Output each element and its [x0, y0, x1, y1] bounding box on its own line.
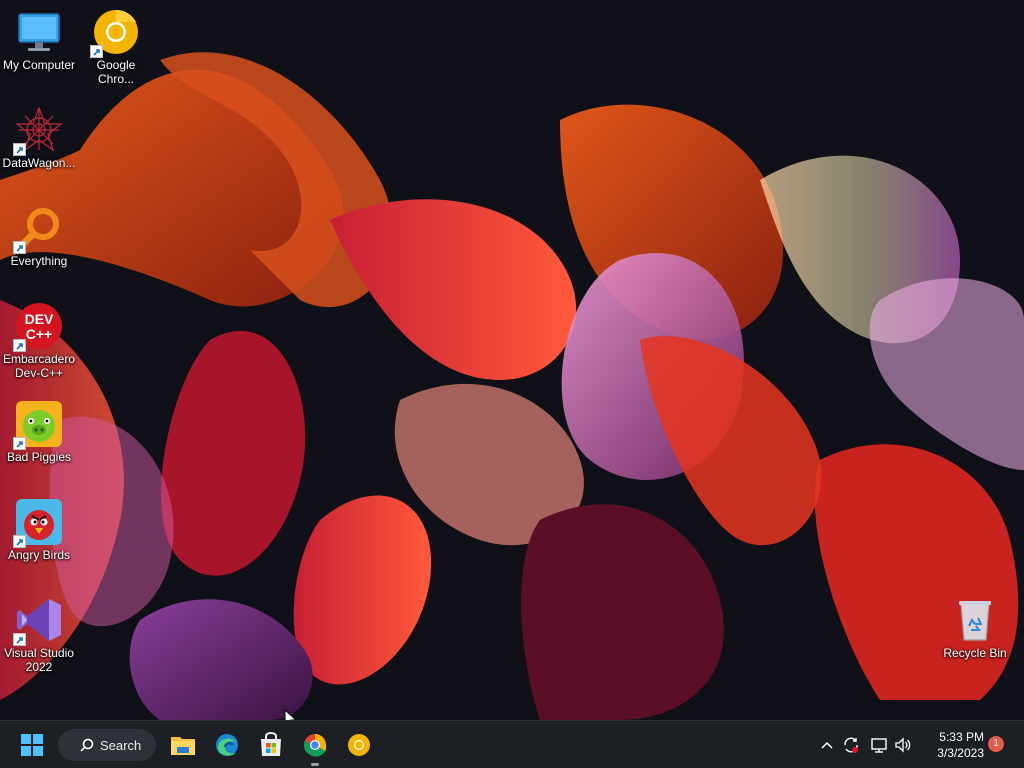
desktop-icon-bad-piggies[interactable]: Bad Piggies — [1, 394, 77, 484]
desktop-icon-label: Visual Studio 2022 — [4, 646, 74, 674]
shortcut-arrow-icon — [13, 339, 26, 352]
clock-time: 5:33 PM — [939, 730, 984, 744]
taskbar-edge[interactable] — [209, 727, 245, 763]
desktop-icon-label: Everything — [10, 254, 68, 268]
desktop-icon-label: DataWagon... — [2, 156, 76, 170]
chevron-up-icon — [821, 741, 833, 749]
file-explorer-icon — [171, 737, 195, 755]
desktop-icon-label: Bad Piggies — [6, 450, 72, 464]
taskbar-file-explorer[interactable] — [165, 727, 201, 763]
network-icon — [871, 738, 887, 753]
desktop-wallpaper — [0, 0, 1024, 720]
search-label: Search — [100, 738, 142, 753]
desktop-icon-everything[interactable]: Everything — [1, 198, 77, 288]
bad-piggies-icon — [13, 400, 63, 450]
desktop-icon-label: Recycle Bin — [943, 646, 1007, 660]
recycle-bin-icon — [951, 596, 999, 644]
show-hidden-icons-chevron[interactable] — [817, 735, 837, 755]
taskbar: Search 5:33 PM 3/3/2023 — [0, 720, 1024, 768]
taskbar-clock[interactable]: 5:33 PM 3/3/2023 — [922, 729, 984, 761]
desktop-icon-datawagon[interactable]: DataWagon... — [1, 100, 77, 190]
shortcut-arrow-icon — [13, 437, 26, 450]
desktop-icon-visual-studio-2022[interactable]: Visual Studio 2022 — [1, 590, 77, 680]
start-icon — [21, 734, 43, 756]
shortcut-arrow-icon — [13, 241, 26, 254]
everything-search-icon — [13, 204, 63, 254]
desktop-icon-my-computer[interactable]: My Computer — [1, 2, 77, 92]
desktop-icon-angry-birds[interactable]: Angry Birds — [1, 492, 77, 582]
devcpp-icon: DEV C++ — [13, 302, 63, 352]
desktop-icon-dev-cpp[interactable]: DEV C++ Embarcadero Dev-C++ — [1, 296, 77, 386]
notification-badge[interactable]: 1 — [988, 736, 1004, 752]
chrome-canary-icon — [90, 8, 140, 58]
svg-text:C++: C++ — [26, 326, 52, 342]
tray-network[interactable] — [869, 735, 889, 755]
desktop-icon-google-chrome-canary[interactable]: Google Chro... — [78, 2, 154, 92]
svg-text:DEV: DEV — [25, 311, 54, 327]
visual-studio-icon — [13, 596, 63, 646]
speaker-icon — [895, 737, 911, 753]
shortcut-arrow-icon — [13, 535, 26, 548]
desktop-icon-label: Angry Birds — [7, 548, 71, 562]
search-icon — [80, 738, 94, 752]
angry-birds-icon — [13, 498, 63, 548]
shortcut-arrow-icon — [13, 143, 26, 156]
tray-sync[interactable] — [841, 735, 861, 755]
taskbar-chrome[interactable] — [297, 727, 333, 766]
start-button[interactable] — [14, 727, 50, 763]
datawagon-icon — [13, 106, 63, 156]
monitor-icon — [15, 8, 63, 56]
taskbar-chrome-canary[interactable] — [341, 727, 377, 763]
chrome-canary-icon — [348, 734, 370, 756]
desktop-icon-recycle-bin[interactable]: Recycle Bin — [937, 590, 1013, 680]
taskbar-search-button[interactable]: Search — [58, 729, 156, 761]
shortcut-arrow-icon — [13, 633, 26, 646]
running-indicator — [311, 763, 319, 766]
desktop-icon-label: My Computer — [2, 58, 76, 72]
chrome-icon — [304, 734, 327, 757]
sync-error-icon — [844, 737, 858, 753]
tray-volume[interactable] — [893, 735, 913, 755]
edge-icon — [216, 734, 238, 756]
shortcut-arrow-icon — [90, 45, 103, 58]
desktop-icon-label: Google Chro... — [96, 58, 136, 86]
taskbar-microsoft-store[interactable] — [253, 727, 289, 763]
microsoft-store-icon — [261, 732, 281, 756]
clock-date: 3/3/2023 — [937, 746, 984, 760]
desktop-icon-label: Embarcadero Dev-C++ — [2, 352, 76, 380]
